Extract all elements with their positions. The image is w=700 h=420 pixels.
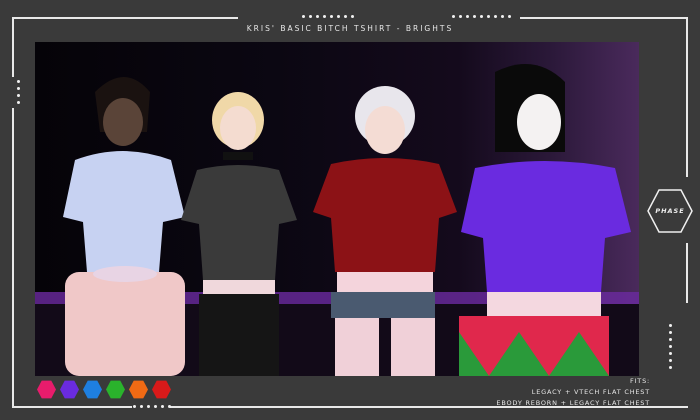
- model-1: [63, 77, 185, 376]
- color-swatches: [37, 380, 171, 399]
- swatch-red[interactable]: [152, 380, 171, 399]
- right-dots: [669, 324, 672, 369]
- swatch-orange[interactable]: [129, 380, 148, 399]
- frame-top-left-line: [12, 17, 238, 19]
- product-photo: [35, 42, 639, 376]
- bottom-dots: [133, 405, 171, 408]
- fits-line-2: EBODY REBORN + LEGACY FLAT CHEST: [496, 399, 650, 407]
- model-2-shirt: [181, 165, 297, 280]
- model-3-shirt: [313, 158, 457, 272]
- swatch-purple[interactable]: [60, 380, 79, 399]
- page-title: KRIS' BASIC BITCH TSHIRT - BRIGHTS: [246, 24, 454, 33]
- top-dots-right: [452, 15, 511, 18]
- frame-bottom-line: [12, 406, 132, 408]
- top-dots-left: [302, 15, 354, 18]
- frame-right-line: [686, 17, 688, 177]
- fits-info: FITS: LEGACY + VTECH FLAT CHEST EBODY RE…: [496, 376, 650, 409]
- model-4-shirt: [461, 161, 631, 292]
- fits-heading: FITS:: [630, 377, 650, 385]
- frame-right-lower-line: [686, 243, 688, 303]
- fits-line-1: LEGACY + VTECH FLAT CHEST: [531, 388, 650, 396]
- frame-top-right-line: [520, 17, 688, 19]
- left-dots: [17, 80, 20, 104]
- model-1-shirt: [63, 151, 185, 272]
- swatch-green[interactable]: [106, 380, 125, 399]
- model-4: [459, 64, 631, 376]
- brand-badge-label: PHASE: [655, 207, 685, 215]
- swatch-blue[interactable]: [83, 380, 102, 399]
- frame-left-lower-line: [12, 108, 14, 408]
- swatch-pink[interactable]: [37, 380, 56, 399]
